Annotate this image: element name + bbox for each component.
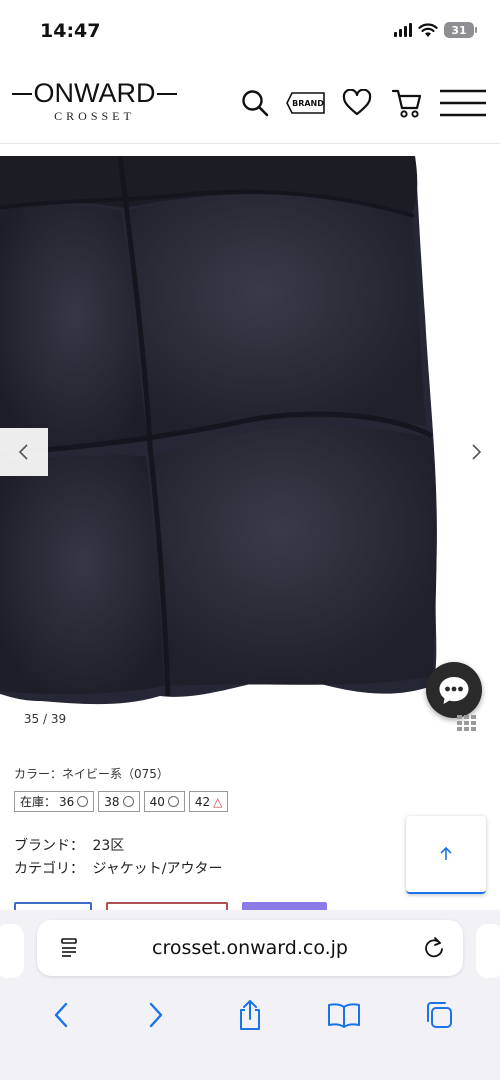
chevron-left-icon — [18, 444, 28, 460]
search-button[interactable] — [236, 84, 274, 122]
wifi-icon — [418, 23, 438, 37]
stock-chip-38[interactable]: 38 — [98, 791, 140, 812]
stock-chip-40[interactable]: 40 — [143, 791, 185, 812]
brand-button[interactable]: BRAND — [286, 84, 326, 122]
address-bar[interactable]: crosset.onward.co.jp — [37, 920, 463, 976]
in-stock-circle-icon — [122, 796, 134, 807]
low-stock-triangle-icon: △ — [213, 794, 223, 809]
onward-crosset-logo[interactable]: ONWARD CROSSET — [12, 76, 177, 126]
logo-sub-text: CROSSET — [54, 109, 135, 123]
status-icons: 31 — [394, 22, 477, 38]
tabs-icon — [426, 1002, 452, 1028]
favorites-button[interactable] — [338, 84, 376, 122]
cart-icon — [391, 89, 422, 118]
product-image-down-jacket[interactable] — [0, 156, 500, 746]
logo-main-text: ONWARD — [12, 76, 177, 110]
forward-icon — [149, 1002, 162, 1028]
image-counter: 35 / 39 — [14, 704, 76, 734]
size-value: 40 — [149, 794, 165, 809]
stock-label: 在庫： — [20, 795, 57, 809]
previous-tab-preview[interactable] — [0, 924, 24, 978]
category-row: カテゴリ： ジャケット/アウター — [14, 858, 222, 878]
search-icon — [242, 90, 269, 117]
battery-indicator: 31 — [444, 22, 477, 38]
brand-value-link[interactable]: 23区 — [92, 838, 124, 854]
tabs-button[interactable] — [419, 995, 459, 1035]
stock-row: 在庫： 36 38 40 42 △ — [14, 791, 229, 812]
status-time: 14:47 — [40, 20, 101, 42]
brand-tag-label: BRAND — [292, 98, 324, 108]
brand-key: ブランド： — [14, 838, 84, 854]
share-button[interactable] — [230, 995, 270, 1035]
next-tab-preview[interactable] — [476, 924, 500, 978]
color-label: カラー：ネイビー系（075） — [14, 767, 169, 781]
stock-chip-36[interactable]: 在庫： 36 — [14, 791, 95, 812]
grid-icon — [457, 715, 476, 731]
size-value: 42 — [194, 794, 211, 809]
menu-icon — [440, 89, 486, 117]
forward-button[interactable] — [136, 995, 176, 1035]
heart-icon — [342, 89, 372, 116]
chevron-right-icon — [472, 444, 482, 460]
back-icon — [54, 1002, 68, 1028]
scroll-to-top-button[interactable] — [406, 816, 486, 894]
header-icons: BRAND — [236, 84, 488, 122]
bookmarks-icon — [328, 1003, 361, 1028]
carousel-prev-button[interactable] — [0, 428, 48, 476]
thumbnail-grid-button[interactable] — [457, 715, 477, 737]
site-header: ONWARD CROSSET BRAND — [0, 62, 500, 144]
cellular-signal-icon — [394, 23, 412, 37]
category-value-link[interactable]: ジャケット/アウター — [92, 861, 222, 877]
browser-bottom-bar: crosset.onward.co.jp — [0, 910, 500, 1080]
arrow-up-icon — [440, 846, 452, 860]
cart-button[interactable] — [388, 84, 426, 122]
menu-button[interactable] — [438, 84, 488, 122]
brand-row: ブランド： 23区 — [14, 835, 124, 855]
url-text: crosset.onward.co.jp — [152, 937, 348, 959]
size-value: 36 — [59, 794, 75, 809]
chat-button[interactable] — [426, 662, 482, 718]
share-icon — [239, 1000, 260, 1030]
reload-icon[interactable] — [423, 936, 445, 958]
in-stock-circle-icon — [167, 796, 179, 807]
status-bar: 14:47 31 — [0, 0, 500, 62]
back-button[interactable] — [41, 995, 81, 1035]
bookmarks-button[interactable] — [324, 995, 364, 1035]
chat-bubble-icon — [439, 677, 469, 704]
stock-chip-42[interactable]: 42 △ — [188, 791, 229, 812]
product-image-carousel[interactable]: 35 / 39 — [0, 156, 500, 746]
category-key: カテゴリ： — [14, 861, 84, 877]
in-stock-circle-icon — [77, 796, 89, 807]
size-value: 38 — [104, 794, 120, 809]
carousel-next-button[interactable] — [452, 428, 500, 476]
browser-toolbar — [0, 990, 500, 1040]
